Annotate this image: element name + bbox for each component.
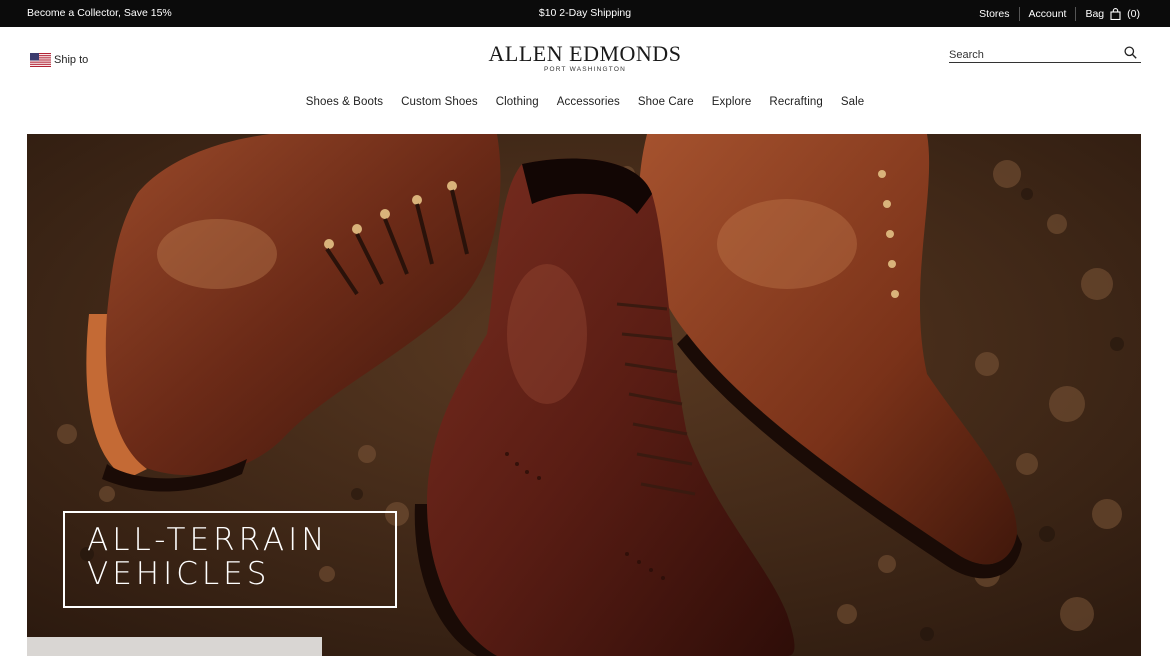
bag-label: Bag: [1085, 7, 1105, 20]
hero-banner[interactable]: ALL-TERRAIN VEHICLES: [27, 134, 1141, 656]
hero-headline-box[interactable]: ALL-TERRAIN VEHICLES: [63, 511, 397, 608]
search-icon[interactable]: [1124, 46, 1137, 59]
account-link[interactable]: Account: [1020, 7, 1076, 21]
main-nav: Shoes & Boots Custom Shoes Clothing Acce…: [0, 96, 1170, 108]
hero-headline-line-1: ALL-TERRAIN: [87, 522, 329, 558]
nav-item-shoes-boots[interactable]: Shoes & Boots: [306, 96, 383, 108]
stores-link[interactable]: Stores: [970, 7, 1018, 21]
nav-item-explore[interactable]: Explore: [712, 96, 752, 108]
nav-item-clothing[interactable]: Clothing: [496, 96, 539, 108]
site-header: Ship to ALLEN EDMONDS PORT WASHINGTON Sh…: [0, 27, 1170, 134]
nav-item-custom-shoes[interactable]: Custom Shoes: [401, 96, 478, 108]
bag-count: (0): [1127, 7, 1140, 20]
nav-item-accessories[interactable]: Accessories: [557, 96, 620, 108]
brand-subtitle: PORT WASHINGTON: [543, 66, 627, 73]
hero-headline-line-2: VEHICLES: [87, 556, 271, 592]
utility-nav: Stores Account Bag (0): [970, 0, 1140, 27]
hero-bottom-tab: [27, 637, 322, 656]
nav-item-shoe-care[interactable]: Shoe Care: [638, 96, 694, 108]
collector-promo-link[interactable]: Become a Collector, Save 15%: [27, 7, 172, 19]
search-box: [949, 45, 1141, 63]
promo-bar: Become a Collector, Save 15% $10 2-Day S…: [0, 0, 1170, 27]
nav-item-recrafting[interactable]: Recrafting: [769, 96, 822, 108]
nav-item-sale[interactable]: Sale: [841, 96, 864, 108]
bag-link[interactable]: Bag (0): [1076, 7, 1140, 21]
search-input[interactable]: [949, 47, 1119, 63]
bag-icon: [1110, 7, 1121, 20]
